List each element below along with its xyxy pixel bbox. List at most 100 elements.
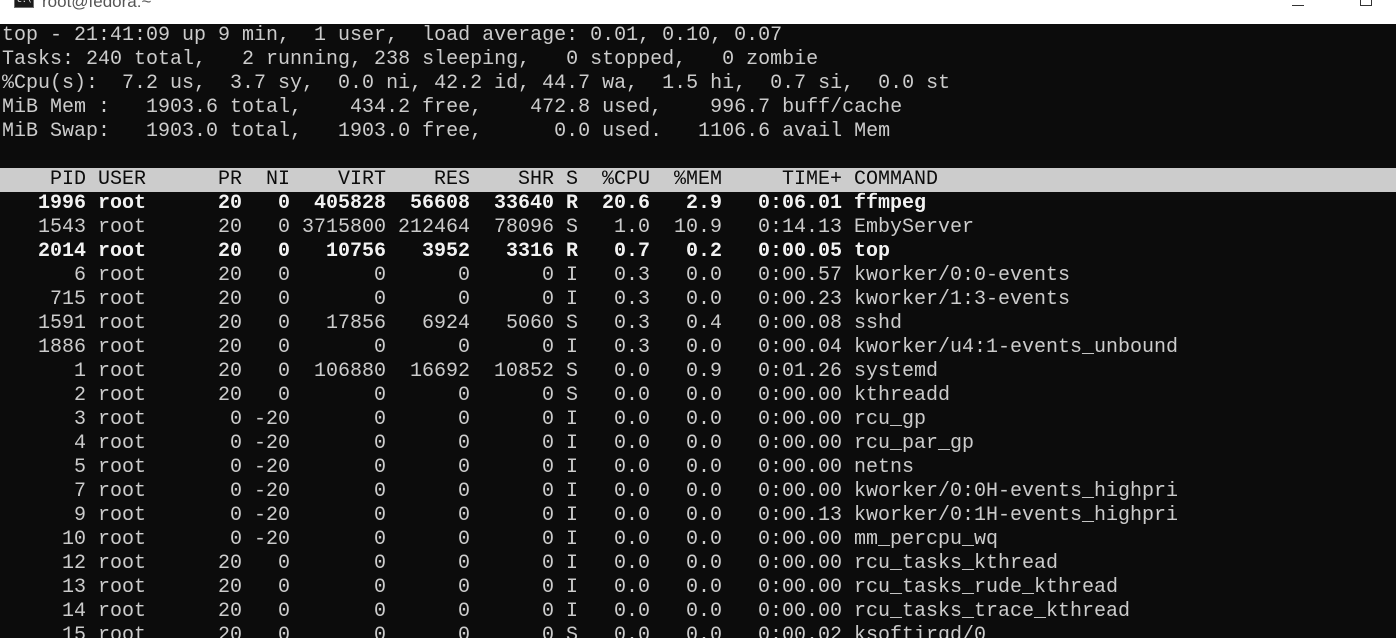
res-cell: 0	[457, 384, 470, 407]
cpu-cell: 0.0	[613, 432, 650, 455]
mem-cell: 0.9	[685, 360, 722, 383]
command-cell: rcu_tasks_rude_kthread	[854, 576, 1119, 599]
cpu-cell: 20.6	[601, 192, 650, 215]
shr-cell: 0	[541, 504, 554, 527]
pid-cell: 9	[73, 504, 86, 527]
mem-cell: 0.2	[685, 240, 722, 263]
res-cell: 16692	[409, 360, 470, 383]
nice-cell: 0	[277, 552, 290, 575]
user-cell: root	[98, 264, 147, 287]
cpu-cell: 0.3	[613, 336, 650, 359]
mem-line: MiB Mem : 1903.6 total, 434.2 free, 472.…	[2, 96, 903, 119]
table-row: 1996 root 20 0 405828 56608 33640 R 20.6 2.9 0:06.…	[0, 192, 1396, 216]
time-cell: 0:00.00	[757, 528, 842, 551]
virt-cell: 405828	[313, 192, 386, 215]
minimize-button[interactable]	[1278, 0, 1318, 12]
table-row: 12 root 20 0 0 0 0 I 0.0 0.0 0:00.00 rcu_tasks_kthr…	[0, 552, 1396, 576]
table-row: 4 root 0 -20 0 0 0 I 0.0 0.0 0:00.00 rcu_par_gp	[0, 432, 1396, 456]
time-cell: 0:00.00	[757, 576, 842, 599]
shr-cell: 0	[541, 456, 554, 479]
time-cell: 0:00.00	[757, 432, 842, 455]
user-cell: root	[98, 216, 147, 239]
res-cell: 0	[457, 576, 470, 599]
virt-cell: 0	[373, 456, 386, 479]
virt-cell: 0	[373, 600, 386, 623]
mem-cell: 0.0	[685, 504, 722, 527]
cpu-cell: 0.0	[613, 408, 650, 431]
user-cell: root	[98, 384, 147, 407]
mem-cell: 0.0	[685, 336, 722, 359]
pid-cell: 3	[73, 408, 86, 431]
command-cell: kworker/0:1H-events_highpri	[854, 504, 1179, 527]
cpu-cell: 0.3	[613, 312, 650, 335]
priority-cell: 0	[229, 456, 242, 479]
time-cell: 0:00.02	[757, 624, 842, 638]
table-row: 9 root 0 -20 0 0 0 I 0.0 0.0 0:00.13 kworker/0:1H-e…	[0, 504, 1396, 528]
column-header-command: COMMAND	[854, 168, 939, 191]
priority-cell: 20	[217, 624, 242, 638]
virt-cell: 3715800	[301, 216, 386, 239]
pid-cell: 14	[61, 600, 86, 623]
maximize-icon	[1360, 0, 1372, 6]
cpu-line: %Cpu(s): 7.2 us, 3.7 sy, 0.0 ni, 42.2 id…	[2, 72, 951, 95]
command-cell: netns	[854, 456, 915, 479]
priority-cell: 20	[217, 600, 242, 623]
mem-cell: 0.0	[685, 624, 722, 638]
column-header-ni: NI	[265, 168, 290, 191]
shr-cell: 0	[541, 384, 554, 407]
time-cell: 0:00.00	[757, 456, 842, 479]
time-cell: 0:00.00	[757, 408, 842, 431]
nice-cell: 0	[277, 624, 290, 638]
mem-cell: 0.0	[685, 408, 722, 431]
window-titlebar[interactable]: C:\ root@fedora:~	[0, 0, 1396, 24]
terminal-icon: C:\	[14, 0, 34, 8]
shr-cell: 0	[541, 336, 554, 359]
user-cell: root	[98, 192, 147, 215]
nice-cell: 0	[277, 360, 290, 383]
shr-cell: 0	[541, 480, 554, 503]
terminal-output[interactable]: top - 21:41:09 up 9 min, 1 user, load av…	[0, 24, 1396, 638]
pid-cell: 715	[49, 288, 86, 311]
maximize-button[interactable]	[1346, 0, 1386, 12]
user-cell: root	[98, 480, 147, 503]
table-row: 7 root 0 -20 0 0 0 I 0.0 0.0 0:00.00 kworker/0:0H-e…	[0, 480, 1396, 504]
time-cell: 0:06.01	[757, 192, 842, 215]
shr-cell: 10852	[493, 360, 554, 383]
priority-cell: 20	[217, 360, 242, 383]
shr-cell: 0	[541, 552, 554, 575]
virt-cell: 0	[373, 264, 386, 287]
cpu-cell: 0.0	[613, 576, 650, 599]
tasks-line: Tasks: 240 total, 2 running, 238 sleepin…	[2, 48, 819, 71]
virt-cell: 0	[373, 624, 386, 638]
res-cell: 0	[457, 456, 470, 479]
window-title: root@fedora:~	[42, 0, 152, 11]
user-cell: root	[98, 432, 147, 455]
time-cell: 0:00.00	[757, 600, 842, 623]
table-row: 14 root 20 0 0 0 0 I 0.0 0.0 0:00.00 rcu_tasks_trac…	[0, 600, 1396, 624]
res-cell: 0	[457, 552, 470, 575]
command-cell: kworker/0:0H-events_highpri	[854, 480, 1179, 503]
virt-cell: 0	[373, 432, 386, 455]
pid-cell: 13	[61, 576, 86, 599]
nice-cell: 0	[277, 384, 290, 407]
nice-cell: 0	[277, 216, 290, 239]
time-cell: 0:00.23	[757, 288, 842, 311]
res-cell: 0	[457, 288, 470, 311]
mem-cell: 0.0	[685, 288, 722, 311]
shr-cell: 3316	[505, 240, 554, 263]
pid-cell: 1543	[37, 216, 86, 239]
res-cell: 0	[457, 480, 470, 503]
res-cell: 56608	[409, 192, 470, 215]
column-header-res: RES	[433, 168, 470, 191]
priority-cell: 0	[229, 408, 242, 431]
res-cell: 0	[457, 264, 470, 287]
time-cell: 0:00.04	[757, 336, 842, 359]
command-cell: mm_percpu_wq	[854, 528, 999, 551]
user-cell: root	[98, 552, 147, 575]
user-cell: root	[98, 624, 147, 638]
cpu-cell: 0.0	[613, 456, 650, 479]
time-cell: 0:01.26	[757, 360, 842, 383]
command-cell: ffmpeg	[854, 192, 927, 215]
table-row: 1543 root 20 0 3715800 212464 78096 S 1.0 10.9 0:1…	[0, 216, 1396, 240]
res-cell: 0	[457, 336, 470, 359]
